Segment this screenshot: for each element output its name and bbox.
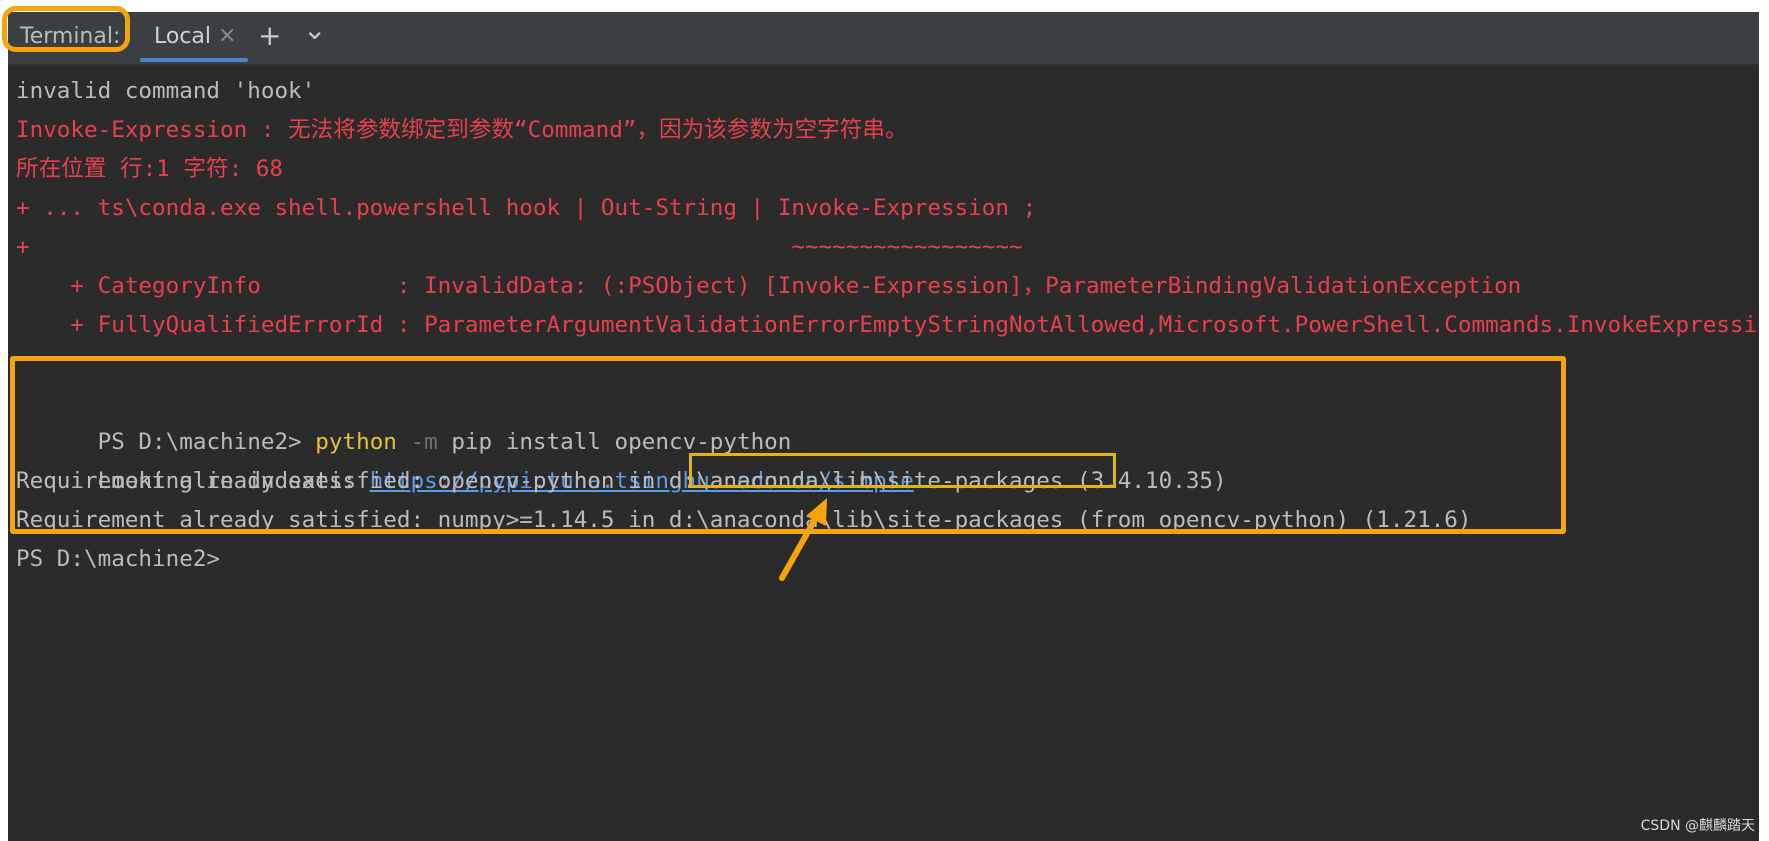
active-tab-indicator bbox=[140, 58, 248, 62]
error-line: Invoke-Expression : 无法将参数绑定到参数“Command”，… bbox=[16, 117, 908, 143]
error-line: + CategoryInfo : InvalidData: (:PSObject… bbox=[16, 273, 1522, 299]
prompt-line: PS D:\machine2> bbox=[16, 546, 221, 572]
terminal-tab-bar: Terminal: Local × + ⌄ bbox=[8, 12, 1759, 65]
annotation-circle-terminal bbox=[2, 6, 130, 52]
tab-local[interactable]: Local × bbox=[140, 12, 248, 64]
output-line: invalid command 'hook' bbox=[16, 78, 316, 104]
add-tab-icon[interactable]: + bbox=[258, 20, 281, 52]
annotation-box-install bbox=[10, 356, 1566, 534]
close-icon[interactable]: × bbox=[218, 22, 236, 50]
error-line: + ... ts\conda.exe shell.powershell hook… bbox=[16, 195, 1037, 221]
error-line: + FullyQualifiedErrorId : ParameterArgum… bbox=[16, 312, 1759, 338]
error-line: + ~~~~~~~~~~~~~~~~~ bbox=[16, 234, 1023, 260]
chevron-down-icon[interactable]: ⌄ bbox=[303, 14, 326, 46]
watermark: CSDN @麒麟踏天 bbox=[1640, 818, 1755, 834]
error-line: 所在位置 行:1 字符: 68 bbox=[16, 156, 283, 182]
tab-local-label: Local bbox=[154, 24, 212, 49]
annotation-box-site-packages bbox=[689, 453, 1116, 488]
